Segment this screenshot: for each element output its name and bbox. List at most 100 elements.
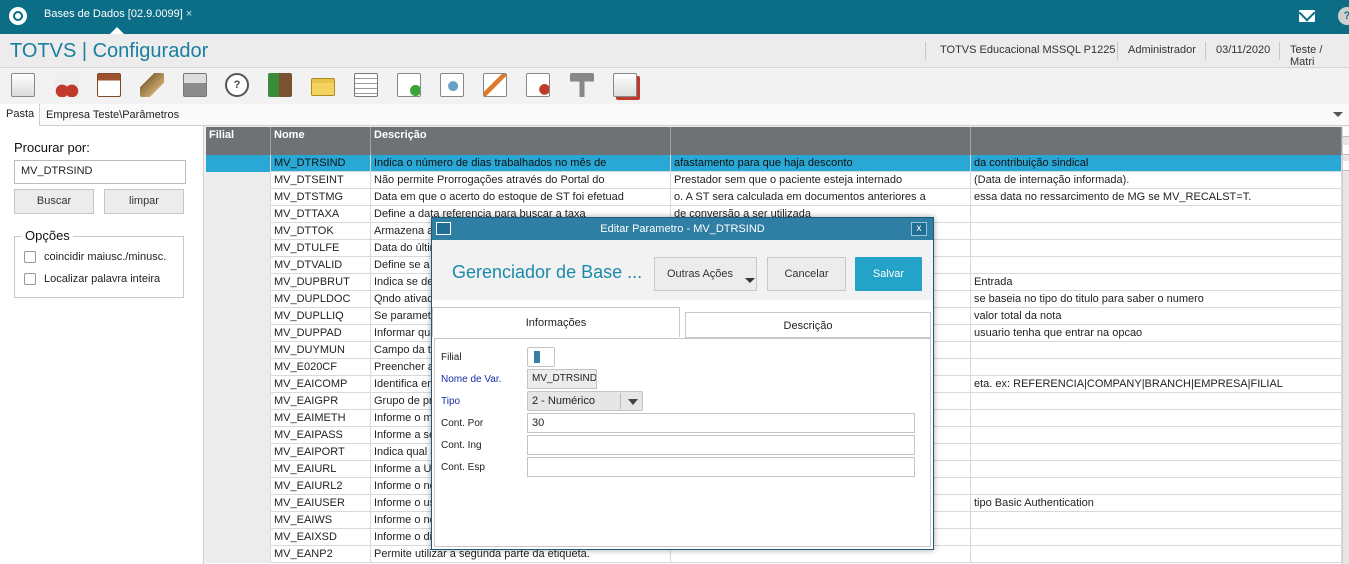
table-cell (206, 206, 271, 223)
pasta-tab[interactable]: Pasta (0, 104, 40, 126)
table-cell (206, 461, 271, 478)
status-divider (1117, 42, 1118, 60)
close-icon[interactable]: x (911, 222, 927, 236)
whole-word-checkbox[interactable] (24, 273, 36, 285)
scroll-up-icon[interactable] (1343, 127, 1349, 137)
table-cell (206, 546, 271, 563)
table-cell (971, 512, 1342, 529)
search-button[interactable]: Buscar (14, 189, 94, 214)
table-cell (206, 274, 271, 291)
chevron-down-icon (745, 278, 755, 283)
match-case-checkbox[interactable] (24, 251, 36, 263)
other-actions-label: Outras Ações (667, 268, 734, 280)
other-actions-button[interactable]: Outras Ações (654, 257, 757, 291)
table-cell: MV_EAIGPR (271, 393, 371, 410)
totvs-logo-icon[interactable] (9, 7, 27, 25)
status-divider (1205, 42, 1206, 60)
edit-icon[interactable] (483, 73, 507, 97)
table-cell: MV_EAIURL2 (271, 478, 371, 495)
tab-informacoes[interactable]: Informações (432, 307, 680, 337)
table-cell: MV_DTULFE (271, 240, 371, 257)
clear-button[interactable]: limpar (104, 189, 184, 214)
table-cell (206, 223, 271, 240)
folder-icon[interactable] (311, 78, 335, 96)
filial-field[interactable] (527, 347, 555, 367)
table-cell: MV_DUPLLIQ (271, 308, 371, 325)
table-cell (206, 172, 271, 189)
export-icon[interactable] (526, 73, 550, 97)
search-input[interactable]: MV_DTRSIND (14, 160, 186, 184)
list-icon[interactable] (354, 73, 378, 97)
column-header[interactable]: Filial (206, 127, 271, 155)
table-row[interactable]: MV_DTSEINT Não permite Prorrogações atrav… (206, 172, 1342, 189)
type-select[interactable]: 2 - Numérico (527, 391, 643, 411)
new-record-icon[interactable] (397, 73, 421, 97)
mail-icon[interactable] (1299, 10, 1315, 22)
help-icon[interactable]: ? (225, 73, 249, 97)
table-cell (206, 512, 271, 529)
table-cell: Data em que o acerto do estoque de ST fo… (371, 189, 671, 206)
save-button[interactable]: Salvar (855, 257, 922, 291)
scroll-down-icon[interactable] (1343, 161, 1349, 171)
table-cell (971, 478, 1342, 495)
table-row[interactable]: MV_DTSTMG Data em que o acerto do estoque… (206, 189, 1342, 206)
table-cell (206, 257, 271, 274)
var-name-field[interactable]: MV_DTRSIND (527, 369, 597, 389)
table-cell (206, 342, 271, 359)
print-icon[interactable] (183, 73, 207, 97)
table-cell: MV_E020CF (271, 359, 371, 376)
cont-esp-label: Cont. Esp (441, 462, 485, 473)
table-cell: MV_EAIXSD (271, 529, 371, 546)
table-cell: MV_DTVALID (271, 257, 371, 274)
cut-icon[interactable] (55, 73, 79, 97)
copy-icon[interactable] (11, 73, 35, 97)
chevron-down-icon[interactable] (628, 399, 638, 405)
table-cell: Entrada (971, 274, 1342, 291)
table-cell (206, 359, 271, 376)
cont-por-field[interactable]: 30 (527, 413, 915, 433)
table-cell (206, 495, 271, 512)
options-title: Opções (22, 228, 73, 243)
table-cell: MV_EAIUSER (271, 495, 371, 512)
cont-ing-field[interactable] (527, 435, 915, 455)
table-cell (206, 393, 271, 410)
table-cell (971, 257, 1342, 274)
filter-icon[interactable] (570, 73, 594, 97)
duplicate-icon[interactable] (613, 73, 637, 97)
table-cell (206, 478, 271, 495)
column-header[interactable]: Descrição (371, 127, 671, 155)
paste-icon[interactable] (97, 73, 121, 97)
column-header[interactable] (971, 127, 1342, 155)
column-header[interactable] (671, 127, 971, 155)
tab-close-icon[interactable]: × (186, 8, 192, 20)
table-cell: MV_EAIPASS (271, 427, 371, 444)
table-cell (206, 291, 271, 308)
top-bar: Bases de Dados [02.9.0099]× ? (0, 0, 1349, 34)
cont-esp-field[interactable] (527, 457, 915, 477)
table-cell: MV_DTSEINT (271, 172, 371, 189)
help-circle-icon[interactable]: ? (1338, 7, 1349, 25)
company-label: Teste / Matri (1290, 44, 1323, 68)
grid-scrollbar[interactable] (1342, 127, 1349, 564)
search-label: Procurar por: (14, 140, 90, 155)
title-bar: TOTVS | Configurador TOTVS Educacional M… (0, 34, 1349, 68)
table-cell: MV_DTTAXA (271, 206, 371, 223)
status-divider (925, 42, 926, 60)
table-cell: MV_DTTOK (271, 223, 371, 240)
tab-descricao[interactable]: Descrição (685, 312, 931, 338)
cancel-button[interactable]: Cancelar (767, 257, 846, 291)
scroll-page-up-icon[interactable] (1343, 145, 1349, 155)
table-cell: usuario tenha que entrar na opcao (971, 325, 1342, 342)
type-label: Tipo (441, 396, 461, 407)
table-cell (971, 393, 1342, 410)
date-label: 03/11/2020 (1216, 44, 1271, 56)
table-row[interactable]: MV_DTRSIND Indica o número de dias trabal… (206, 155, 1342, 172)
column-header[interactable]: Nome (271, 127, 371, 155)
tab-label: Bases de Dados [02.9.0099] (44, 8, 183, 20)
chevron-down-icon[interactable] (1333, 112, 1343, 117)
preview-icon[interactable] (440, 73, 464, 97)
exit-door-icon[interactable] (268, 73, 292, 97)
eraser-icon[interactable] (140, 73, 164, 97)
table-cell (206, 240, 271, 257)
table-cell (206, 189, 271, 206)
